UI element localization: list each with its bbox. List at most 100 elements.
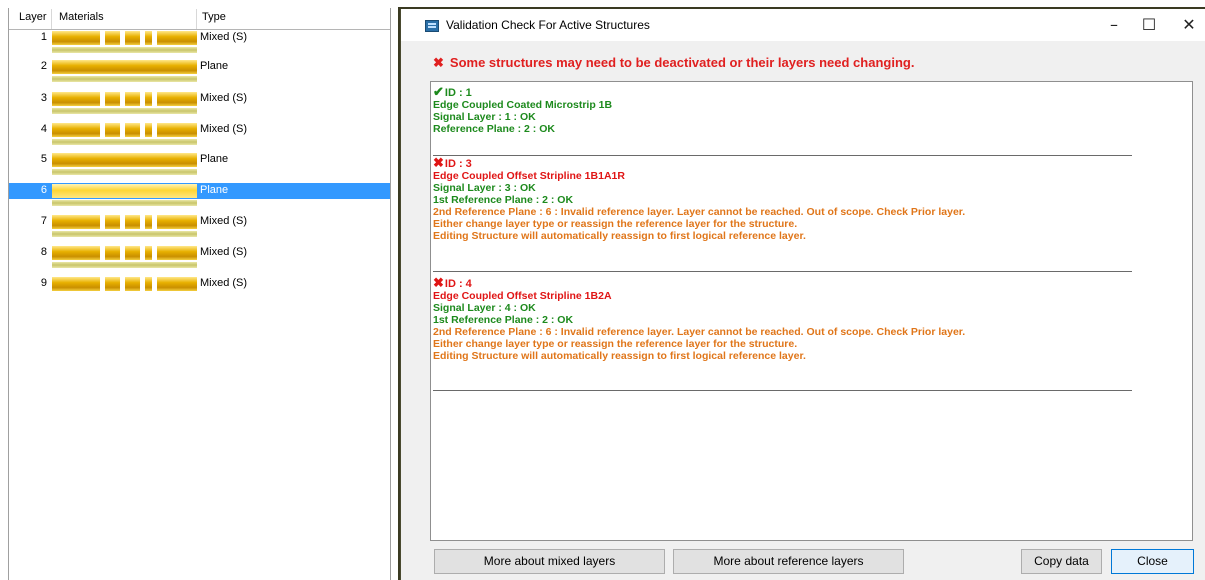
layer-material-swatch (52, 60, 197, 74)
validation-entry: ✔ID : 1 Edge Coupled Coated Microstrip 1B… (433, 85, 1133, 135)
warning-message: ✖ Some structures may need to be deactiva… (433, 55, 914, 71)
material-segment (52, 215, 100, 229)
stackup-row[interactable]: 7 Mixed (S) (9, 214, 390, 230)
entry-detail-line: Signal Layer : 3 : OK (433, 182, 536, 194)
error-x-icon: ✖ (433, 55, 444, 70)
material-segment (52, 277, 100, 291)
dialog-title: Validation Check For Active Structures (446, 18, 650, 32)
layer-type: Mixed (S) (200, 123, 248, 135)
header-layer[interactable]: Layer (19, 11, 47, 23)
app-icon (425, 20, 439, 32)
entry-detail-line: Edge Coupled Offset Stripline 1B2A (433, 290, 612, 302)
layer-number: 8 (40, 246, 47, 258)
header-type[interactable]: Type (202, 11, 226, 23)
dialog-titlebar[interactable]: Validation Check For Active Structures –… (401, 9, 1205, 41)
close-window-button[interactable]: ✕ (1166, 9, 1205, 41)
entry-detail-line: Editing Structure will automatically rea… (433, 350, 806, 362)
entry-detail-line: Signal Layer : 1 : OK (433, 111, 536, 123)
stackup-panel: Layer Materials Type 1 Mixed (S) 2 Plane 3 Mi… (0, 0, 398, 580)
header-materials[interactable]: Materials (59, 11, 104, 23)
material-segment (125, 277, 140, 291)
error-x-icon: ✖ (433, 155, 444, 170)
layer-type: Mixed (S) (200, 92, 248, 104)
entry-detail-line: 2nd Reference Plane : 6 : Invalid refere… (433, 206, 966, 218)
material-segment (145, 92, 152, 106)
material-segment (105, 215, 120, 229)
layer-number: 9 (40, 277, 47, 289)
stackup-row[interactable]: 5 Plane (9, 152, 390, 168)
validation-dialog: Validation Check For Active Structures –… (400, 9, 1205, 580)
layer-number: 2 (40, 60, 47, 72)
layer-type: Mixed (S) (200, 215, 248, 227)
entry-detail-line: Either change layer type or reassign the… (433, 338, 798, 350)
dielectric-layer (52, 47, 197, 53)
validation-log[interactable]: ✔ID : 1 Edge Coupled Coated Microstrip 1B… (430, 81, 1193, 541)
validation-entry: ✖ID : 3 Edge Coupled Offset Stripline 1B1… (433, 155, 1133, 242)
layer-type: Plane (200, 153, 229, 165)
stackup-row[interactable]: 1 Mixed (S) (9, 30, 390, 46)
layer-material-swatch (52, 123, 197, 137)
material-segment (52, 60, 197, 74)
entry-divider (433, 271, 1132, 272)
material-segment (145, 215, 152, 229)
material-segment (125, 31, 140, 45)
material-segment (157, 123, 197, 137)
layer-number: 3 (40, 92, 47, 104)
stackup-row[interactable]: 2 Plane (9, 59, 390, 75)
dielectric-layer (52, 200, 197, 206)
header-separator (51, 9, 52, 29)
warning-text: Some structures may need to be deactivat… (449, 55, 915, 70)
entry-id-line: ✖ID : 3 (433, 155, 1133, 170)
close-button[interactable]: Close (1111, 549, 1194, 574)
entry-id: ID : 3 (444, 158, 472, 170)
entry-id-line: ✖ID : 4 (433, 276, 1133, 290)
material-segment (52, 184, 197, 198)
material-segment (52, 123, 100, 137)
material-segment (125, 246, 140, 260)
stackup-header: Layer Materials Type (9, 9, 390, 30)
material-segment (52, 92, 100, 106)
material-segment (145, 246, 152, 260)
material-segment (52, 153, 197, 167)
entry-detail-line: 1st Reference Plane : 2 : OK (433, 194, 574, 206)
layer-material-swatch (52, 31, 197, 45)
entry-detail-line: Edge Coupled Offset Stripline 1B1A1R (433, 170, 625, 182)
stackup-row[interactable]: 4 Mixed (S) (9, 122, 390, 138)
more-about-reference-layers-button[interactable]: More about reference layers (673, 549, 904, 574)
dielectric-layer (52, 139, 197, 145)
material-segment (157, 277, 197, 291)
entry-detail-line: 2nd Reference Plane : 6 : Invalid refere… (433, 326, 966, 338)
layer-material-swatch (52, 153, 197, 167)
layer-number: 7 (40, 215, 47, 227)
entry-id-line: ✔ID : 1 (433, 85, 1133, 99)
material-segment (145, 277, 152, 291)
material-segment (105, 31, 120, 45)
copy-data-button[interactable]: Copy data (1021, 549, 1102, 574)
layer-material-swatch (52, 184, 197, 198)
header-separator (196, 9, 197, 29)
entry-id: ID : 4 (444, 278, 472, 290)
entry-detail-line: Reference Plane : 2 : OK (433, 123, 555, 135)
more-about-mixed-layers-button[interactable]: More about mixed layers (434, 549, 665, 574)
material-segment (125, 92, 140, 106)
entry-detail-line: Editing Structure will automatically rea… (433, 230, 806, 242)
layer-material-swatch (52, 246, 197, 260)
stackup-row[interactable]: 6 Plane (9, 183, 390, 199)
validation-entry: ✖ID : 4 Edge Coupled Offset Stripline 1B2… (433, 276, 1133, 362)
entry-detail-line: Edge Coupled Coated Microstrip 1B (433, 99, 613, 111)
stackup-row[interactable]: 9 Mixed (S) (9, 276, 390, 292)
entry-divider (433, 390, 1132, 391)
stackup-row[interactable]: 8 Mixed (S) (9, 245, 390, 261)
layer-material-swatch (52, 277, 197, 291)
material-segment (145, 31, 152, 45)
entry-id: ID : 1 (444, 87, 472, 99)
dielectric-layer (52, 76, 197, 82)
material-segment (52, 246, 100, 260)
material-segment (145, 123, 152, 137)
material-segment (105, 246, 120, 260)
material-segment (125, 123, 140, 137)
layer-number: 5 (40, 153, 47, 165)
stackup-row[interactable]: 3 Mixed (S) (9, 91, 390, 107)
layer-number: 1 (40, 31, 47, 43)
material-segment (105, 92, 120, 106)
